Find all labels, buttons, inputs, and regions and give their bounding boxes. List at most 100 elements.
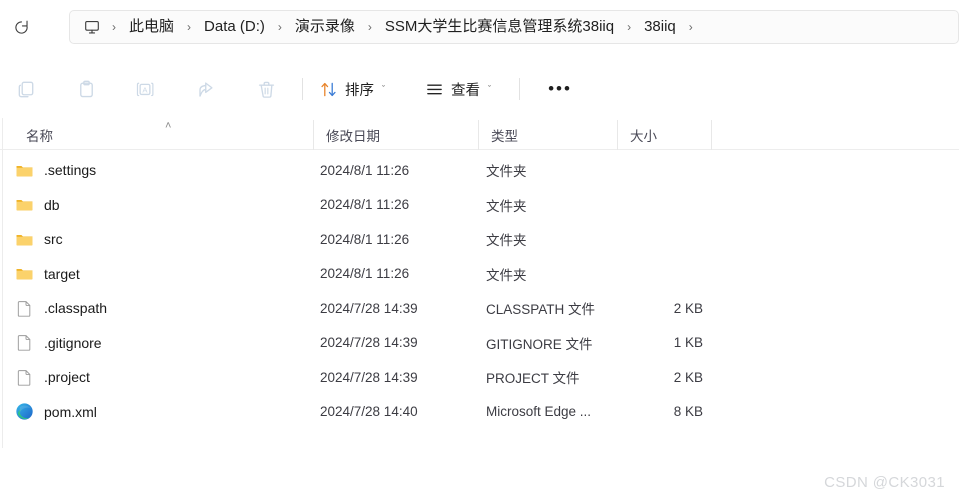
- table-row[interactable]: .settings 2024/8/1 11:26 文件夹: [0, 153, 959, 188]
- table-row[interactable]: target 2024/8/1 11:26 文件夹: [0, 257, 959, 292]
- file-name-cell[interactable]: src: [14, 229, 63, 249]
- file-list: .settings 2024/8/1 11:26 文件夹 db 2024/8/1…: [0, 153, 959, 429]
- file-name-cell[interactable]: target: [14, 264, 80, 284]
- refresh-icon: [14, 20, 28, 34]
- rename-button[interactable]: A: [126, 71, 166, 107]
- file-name-cell[interactable]: .settings: [14, 160, 96, 180]
- file-date-cell: 2024/8/1 11:26: [320, 197, 410, 213]
- column-header-type-label: 类型: [491, 129, 518, 144]
- table-row[interactable]: .project 2024/7/28 14:39 PROJECT 文件 2 KB: [0, 360, 959, 395]
- file-type-cell: Microsoft Edge ...: [486, 404, 592, 420]
- file-date-cell: 2024/7/28 14:40: [320, 404, 418, 420]
- column-divider-end: [711, 120, 712, 150]
- table-row[interactable]: .classpath 2024/7/28 14:39 CLASSPATH 文件 …: [0, 291, 959, 326]
- column-header-row: 名称 ˄ 修改日期 类型 大小: [0, 120, 959, 150]
- file-name-cell[interactable]: db: [14, 195, 60, 215]
- sort-button[interactable]: 排序 ˇ: [311, 71, 393, 107]
- breadcrumb-separator: ›: [112, 20, 116, 34]
- svg-text:A: A: [142, 85, 148, 94]
- breadcrumb-separator: ›: [627, 20, 632, 34]
- file-name-label: .project: [44, 369, 90, 386]
- generic-file-icon: [14, 367, 34, 387]
- monitor-icon: [85, 21, 99, 34]
- generic-file-icon: [14, 298, 34, 318]
- breadcrumb-item-demo-recordings[interactable]: 演示录像: [288, 15, 362, 39]
- file-date-cell: 2024/7/28 14:39: [320, 300, 418, 316]
- breadcrumb-item-this-pc[interactable]: 此电脑: [122, 15, 181, 39]
- address-bar[interactable]: › 此电脑 › Data (D:) › 演示录像 › SSM大学生比赛信息管理系…: [69, 10, 959, 44]
- column-header-name[interactable]: 名称: [14, 120, 313, 150]
- toolbar-divider: [519, 78, 520, 100]
- file-name-cell[interactable]: .gitignore: [14, 333, 102, 353]
- file-name-cell[interactable]: .classpath: [14, 298, 107, 318]
- table-row[interactable]: .gitignore 2024/7/28 14:39 GITIGNORE 文件 …: [0, 326, 959, 361]
- file-size-cell: 2 KB: [673, 369, 703, 385]
- column-header-name-label: 名称: [26, 129, 53, 144]
- delete-icon: [258, 81, 274, 98]
- file-type-cell: 文件夹: [486, 198, 527, 214]
- file-date-cell: 2024/8/1 11:26: [320, 266, 410, 282]
- file-type-cell: CLASSPATH 文件: [486, 302, 596, 318]
- table-row[interactable]: src 2024/8/1 11:26 文件夹: [0, 222, 959, 257]
- view-button[interactable]: 查看 ˇ: [417, 71, 499, 107]
- folder-icon: [14, 229, 34, 249]
- sort-ascending-indicator: ˄: [165, 120, 172, 132]
- breadcrumb-item-ssm-project[interactable]: SSM大学生比赛信息管理系统38iiq: [378, 15, 621, 39]
- file-date-cell: 2024/7/28 14:39: [320, 369, 418, 385]
- file-type-cell: PROJECT 文件: [486, 371, 580, 387]
- file-date-cell: 2024/8/1 11:26: [320, 162, 410, 178]
- share-icon: [198, 81, 213, 97]
- generic-file-icon: [14, 333, 34, 353]
- file-name-cell[interactable]: pom.xml: [14, 402, 97, 422]
- sort-button-label: 排序: [345, 82, 374, 99]
- column-header-size[interactable]: 大小: [617, 120, 711, 150]
- folder-icon: [14, 160, 34, 180]
- address-bar-row: › 此电脑 › Data (D:) › 演示录像 › SSM大学生比赛信息管理系…: [0, 6, 959, 48]
- watermark: CSDN @CK3031: [824, 474, 945, 491]
- column-header-type[interactable]: 类型: [478, 120, 617, 150]
- this-pc-icon[interactable]: [80, 15, 104, 39]
- file-type-cell: 文件夹: [486, 267, 527, 283]
- more-options-button[interactable]: •••: [540, 71, 580, 107]
- view-button-label: 查看: [451, 82, 480, 99]
- file-name-label: .classpath: [44, 300, 108, 317]
- file-name-label: target: [44, 265, 80, 282]
- share-button[interactable]: [186, 71, 226, 107]
- file-type-cell: 文件夹: [486, 164, 527, 180]
- sort-arrows-icon: [321, 82, 336, 96]
- edge-icon: [14, 402, 34, 422]
- column-header-date[interactable]: 修改日期: [313, 120, 478, 150]
- command-toolbar: A 排序 ˇ 查看 ˇ •••: [0, 64, 959, 114]
- breadcrumb-separator: ›: [187, 20, 192, 34]
- column-header-size-label: 大小: [630, 129, 657, 144]
- breadcrumb-item-data-d[interactable]: Data (D:): [197, 15, 272, 39]
- breadcrumb-separator-trailing[interactable]: ›: [683, 17, 699, 37]
- file-name-label: pom.xml: [44, 403, 97, 420]
- file-name-cell[interactable]: .project: [14, 367, 90, 387]
- table-row[interactable]: db 2024/8/1 11:26 文件夹: [0, 188, 959, 223]
- refresh-button[interactable]: [5, 11, 37, 43]
- file-size-cell: 8 KB: [673, 404, 703, 420]
- copy-button[interactable]: [6, 71, 46, 107]
- file-name-label: .settings: [44, 162, 97, 179]
- file-type-cell: 文件夹: [486, 233, 527, 249]
- file-size-cell: 1 KB: [673, 335, 703, 351]
- paste-icon: [79, 80, 93, 97]
- breadcrumb-item-38iiq[interactable]: 38iiq: [637, 15, 683, 39]
- table-row[interactable]: pom.xml 2024/7/28 14:40 Microsoft Edge .…: [0, 395, 959, 430]
- copy-icon: [18, 81, 33, 97]
- folder-icon: [14, 195, 34, 215]
- file-type-cell: GITIGNORE 文件: [486, 336, 593, 352]
- view-lines-icon: [427, 83, 442, 94]
- rename-icon: A: [136, 82, 154, 96]
- column-header-date-label: 修改日期: [326, 129, 380, 144]
- toolbar-divider: [302, 78, 303, 100]
- folder-icon: [14, 264, 34, 284]
- file-date-cell: 2024/7/28 14:39: [320, 335, 418, 351]
- file-size-cell: 2 KB: [673, 300, 703, 316]
- file-explorer-window: › 此电脑 › Data (D:) › 演示录像 › SSM大学生比赛信息管理系…: [0, 0, 959, 500]
- paste-button[interactable]: [66, 71, 106, 107]
- delete-button[interactable]: [246, 71, 286, 107]
- breadcrumb-separator: ›: [367, 20, 372, 34]
- file-name-label: db: [44, 196, 60, 213]
